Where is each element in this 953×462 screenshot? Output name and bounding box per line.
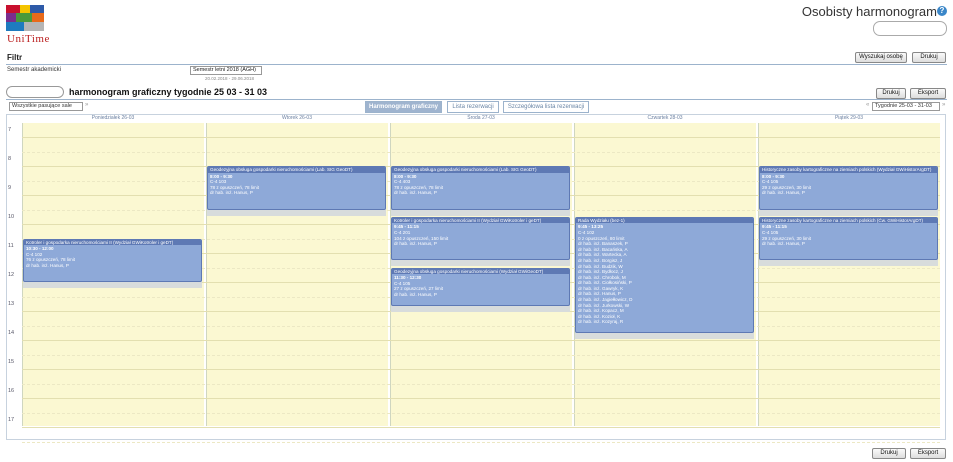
day-header: Środa 27-03 xyxy=(467,115,495,121)
hour-label: 15 xyxy=(8,359,15,365)
hour-line xyxy=(22,137,940,138)
event-detail: dr hab. inż. Kozyraj, R xyxy=(578,319,624,325)
event-detail: dr hab. inż. Hanus, P xyxy=(210,190,253,196)
event-block[interactable]: Rada Wydziału (bez-1) 9:45 - 13:25 C-4 102… xyxy=(575,216,754,334)
hour-line xyxy=(22,340,940,341)
day-header: Czwartek 28-03 xyxy=(647,115,683,121)
half-hour-line xyxy=(22,441,940,443)
event-title: Rada Wydziału (bez-1) xyxy=(576,217,753,224)
hour-label: 13 xyxy=(8,301,15,307)
event-detail: dr hab. inż. Hanus, P xyxy=(394,291,437,297)
hour-label: 17 xyxy=(8,417,15,423)
event-detail: dr hab. inż. Hanus, P xyxy=(762,190,805,196)
half-hour-line xyxy=(22,383,940,385)
event-title: Historyczne zasoby kartograficzne na zie… xyxy=(760,167,937,173)
event-title: Historyczne zasoby kartograficzne na zie… xyxy=(760,217,937,224)
event-title: Kotroler i gospodarka nieruchomościami I… xyxy=(24,239,201,246)
hour-label: 11 xyxy=(8,243,14,249)
timetable-layer: Poniedziałek 26-03 Wtorek 26-03 Środa 27-0… xyxy=(0,0,953,462)
half-hour-line xyxy=(22,151,940,153)
event-detail: dr hab. inż. Hanus, P xyxy=(26,262,69,268)
event-title: Geodezyjna obsługa gospodarki nieruchomo… xyxy=(392,167,569,173)
event-block[interactable]: Geodezyjna obsługa gospodarki nieruchomo… xyxy=(391,166,570,210)
day-header: Piątek 29-03 xyxy=(834,115,864,121)
half-hour-line xyxy=(22,412,940,414)
hour-label: 8 xyxy=(8,156,12,162)
hour-label: 10 xyxy=(8,214,15,220)
event-title: Geodezyjna obsługa gospodarki nieruchomo… xyxy=(392,268,569,275)
event-detail: dr hab. inż. Hanus, P xyxy=(762,241,805,247)
event-detail: dr hab. inż. Hanus, P xyxy=(394,190,437,196)
hour-line xyxy=(22,427,940,428)
event-block[interactable]: Historyczne zasoby kartograficzne na zie… xyxy=(759,216,938,261)
hour-label: 7 xyxy=(8,127,12,133)
footer-export-button[interactable]: Eksport xyxy=(910,448,946,459)
hour-line xyxy=(22,369,940,370)
event-title: Geodezyjna obsługa gospodarki nieruchomo… xyxy=(208,167,385,173)
event-detail: dr hab. inż. Hanus, P xyxy=(394,241,437,247)
hour-label: 16 xyxy=(8,388,15,394)
hour-label: 12 xyxy=(8,272,15,278)
day-header: Poniedziałek 26-03 xyxy=(91,115,135,121)
hour-label: 9 xyxy=(8,185,12,191)
event-block[interactable]: Geodezyjna obsługa gospodarki nieruchomo… xyxy=(391,267,570,306)
event-block[interactable]: Kotroler i gospodarka nieruchomościami I… xyxy=(23,238,202,282)
hour-line xyxy=(22,398,940,399)
day-header: Wtorek 26-03 xyxy=(281,115,312,121)
event-block[interactable]: Historyczne zasoby kartograficzne na zie… xyxy=(759,166,938,210)
half-hour-line xyxy=(22,325,940,327)
event-title: Kotroler i gospodarka nieruchomościami I… xyxy=(392,217,569,224)
event-block[interactable]: Kotroler i gospodarka nieruchomościami I… xyxy=(391,216,570,261)
half-hour-line xyxy=(22,354,940,356)
hour-label: 14 xyxy=(8,330,15,336)
event-block[interactable]: Geodezyjna obsługa gospodarki nieruchomo… xyxy=(207,166,386,210)
footer-print-button[interactable]: Drukuj xyxy=(872,448,906,459)
